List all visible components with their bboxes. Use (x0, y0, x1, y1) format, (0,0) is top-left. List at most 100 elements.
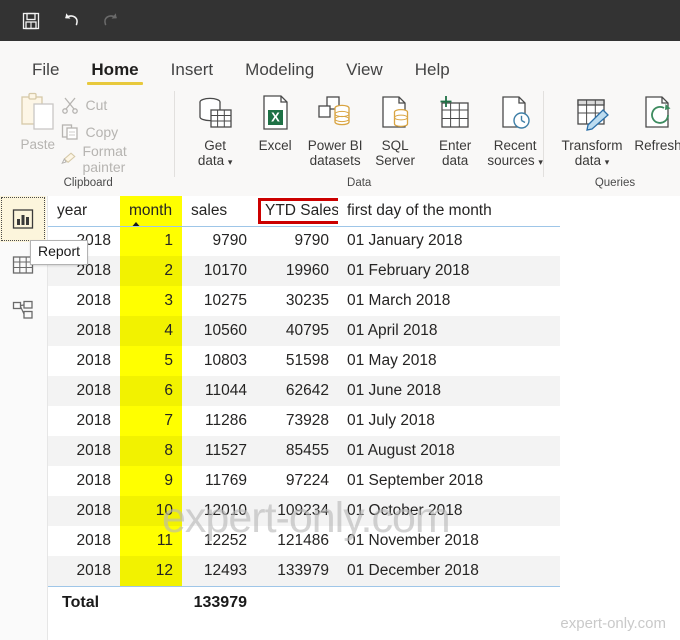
column-header-ytd-sales[interactable]: YTD Sales (256, 196, 338, 226)
table-row[interactable]: 2018 3 10275 30235 01 March 2018 (48, 286, 560, 316)
powerbi-datasets-button[interactable]: Power BI datasets (305, 91, 365, 168)
get-data-button[interactable]: Get data ▾ (185, 91, 245, 168)
cell-first-day: 01 August 2018 (338, 436, 560, 466)
sql-server-icon (382, 96, 409, 128)
group-divider-1 (174, 91, 176, 177)
title-bar (0, 0, 680, 41)
cell-year: 2018 (48, 496, 120, 526)
tab-help[interactable]: Help (399, 61, 466, 85)
cell-ytd-sales: 97224 (285, 472, 329, 489)
table-row[interactable]: 2018 1 9790 9790 01 January 2018 (48, 226, 560, 256)
enter-data-button[interactable]: Enter data (425, 91, 485, 168)
tab-modeling[interactable]: Modeling (229, 61, 330, 85)
column-header-first-day[interactable]: first day of the month (338, 196, 560, 226)
total-label: Total (48, 585, 120, 620)
powerbi-datasets-label-line1: Power BI (307, 138, 363, 153)
sidebar-item-model[interactable] (0, 288, 46, 334)
transform-data-label-line1: Transform (561, 138, 623, 153)
tab-view[interactable]: View (330, 61, 399, 85)
refresh-label: Refresh (634, 138, 680, 153)
table-row[interactable]: 2018 11 12252 121486 01 November 2018 (48, 526, 560, 556)
sidebar-item-report[interactable] (0, 196, 46, 242)
cell-first-day: 01 March 2018 (347, 292, 451, 309)
transform-data-button[interactable]: Transform data ▾ (554, 91, 630, 168)
cell-month: 3 (120, 286, 182, 316)
cut-button[interactable]: Cut (61, 94, 162, 116)
column-header-month[interactable]: month (120, 196, 182, 226)
cell-sales: 11286 (205, 412, 247, 429)
cell-year: 2018 (76, 532, 111, 549)
group-label-clipboard: Clipboard (63, 176, 113, 189)
report-tooltip: Report (30, 240, 89, 265)
save-button[interactable] (14, 6, 48, 36)
chevron-down-icon[interactable]: ▾ (538, 157, 543, 167)
group-label-data: Data (347, 176, 372, 189)
ribbon-group-queries: Transform data ▾ Refresh Queries (550, 85, 680, 193)
cell-sales: 10170 (182, 256, 256, 286)
recent-sources-button[interactable]: Recent sources ▾ (485, 91, 545, 168)
get-data-label-line1: Get (204, 138, 227, 153)
ribbon: File Home Insert Modeling View Help Past… (0, 41, 680, 196)
table-row[interactable]: 2018 7 11286 73928 01 July 2018 (48, 406, 560, 436)
cell-ytd-sales: 62642 (256, 376, 338, 406)
cell-sales: 12252 (203, 532, 247, 549)
cut-label: Cut (85, 97, 108, 113)
table-row[interactable]: 2018 8 11527 85455 01 August 2018 (48, 436, 560, 466)
table-row[interactable]: 2018 2 10170 19960 01 February 2018 (48, 256, 560, 286)
table-row[interactable]: 2018 10 12010 109234 01 October 2018 (48, 496, 560, 526)
undo-button[interactable] (54, 6, 88, 36)
tab-file[interactable]: File (16, 61, 75, 85)
cell-ytd-sales: 40795 (256, 316, 338, 346)
cell-sales: 10803 (203, 352, 247, 369)
format-painter-button[interactable]: Format painter (61, 143, 162, 175)
cell-first-day: 01 January 2018 (347, 232, 463, 250)
paste-button[interactable]: Paste (14, 91, 61, 170)
ribbon-tabs: File Home Insert Modeling View Help (0, 41, 680, 85)
cell-sales: 11044 (182, 376, 256, 406)
total-first-day (338, 585, 560, 620)
recent-sources-label-line1: Recent (493, 138, 537, 153)
cell-sales: 10560 (182, 316, 256, 346)
cell-ytd-sales: 19960 (256, 256, 338, 286)
view-navbar: Report (0, 196, 89, 640)
ribbon-group-data: Get data ▾ X Excel Power BI datasets SQL… (181, 85, 543, 193)
table-row[interactable]: 2018 4 10560 40795 01 April 2018 (48, 316, 560, 346)
sql-server-label-line2: Server (375, 153, 416, 169)
table-row[interactable]: 2018 9 11769 97224 01 September 2018 (48, 466, 560, 496)
excel-icon: X (263, 95, 288, 130)
cell-first-day: 01 October 2018 (338, 496, 560, 526)
refresh-icon (645, 96, 671, 128)
enter-data-label-line2: data (442, 153, 469, 169)
data-table-container[interactable]: year month sales YTD Sales first day of … (48, 196, 680, 640)
format-painter-icon (61, 152, 77, 165)
table-row[interactable]: 2018 5 10803 51598 01 May 2018 (48, 346, 560, 376)
table-row[interactable]: 2018 6 11044 62642 01 June 2018 (48, 376, 560, 406)
excel-button[interactable]: X Excel (245, 91, 305, 168)
cell-first-day: 01 May 2018 (347, 352, 437, 369)
cell-year: 2018 (48, 316, 120, 346)
table-row[interactable]: 2018 12 12493 133979 01 December 2018 (48, 556, 560, 586)
paste-icon (21, 92, 54, 130)
column-header-year[interactable]: year (48, 196, 120, 226)
transform-data-label-line2: data (574, 153, 601, 169)
chevron-down-icon[interactable]: ▾ (605, 157, 610, 167)
column-header-sales[interactable]: sales (182, 196, 256, 226)
cell-ytd-sales: 51598 (285, 352, 329, 369)
cell-month: 12 (120, 556, 182, 586)
chevron-down-icon[interactable]: ▾ (228, 157, 233, 167)
powerbi-datasets-icon (318, 96, 350, 126)
cell-sales: 9790 (212, 232, 247, 250)
sql-server-label-line1: SQL (381, 138, 409, 153)
cell-month: 6 (120, 376, 182, 406)
cell-first-day: 01 April 2018 (338, 316, 560, 346)
copy-button[interactable]: Copy (61, 121, 162, 143)
group-label-queries: Queries (594, 176, 636, 189)
cell-ytd-sales: 85455 (256, 436, 338, 466)
tab-insert[interactable]: Insert (155, 61, 230, 85)
cell-ytd-sales: 121486 (277, 532, 329, 549)
redo-button[interactable] (94, 6, 128, 36)
cell-year: 2018 (76, 352, 111, 369)
refresh-button[interactable]: Refresh (630, 91, 680, 168)
tab-home[interactable]: Home (75, 61, 154, 85)
sql-server-button[interactable]: SQL Server (365, 91, 425, 168)
